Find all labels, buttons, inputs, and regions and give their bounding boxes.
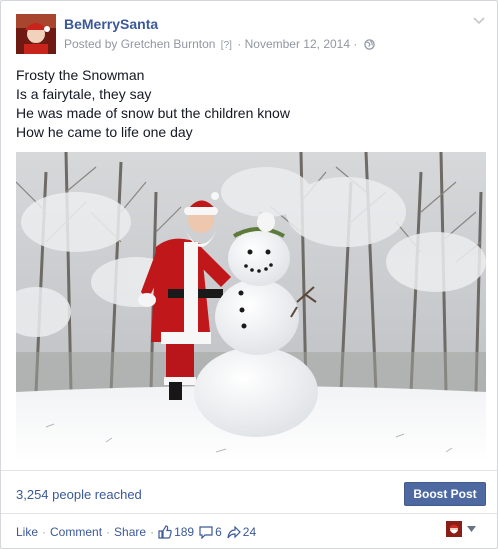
caret-down-icon[interactable] bbox=[467, 526, 476, 532]
santa-avatar-icon bbox=[16, 14, 56, 54]
page-avatar[interactable] bbox=[16, 14, 56, 54]
post-message: Frosty the Snowman Is a fairytale, they … bbox=[16, 66, 476, 142]
share-link[interactable]: Share bbox=[114, 525, 146, 539]
post-card: BeMerrySanta Posted by Gretchen Burnton … bbox=[0, 0, 498, 549]
audience-globe-icon[interactable] bbox=[363, 39, 375, 50]
post-line-2: Is a fairytale, they say bbox=[16, 86, 152, 102]
page-name-link[interactable]: BeMerrySanta bbox=[64, 16, 158, 32]
santa-viewer-icon bbox=[446, 521, 462, 537]
post-meta: Posted by Gretchen Burnton [?] · Novembe… bbox=[64, 37, 375, 51]
likes-count[interactable]: 189 bbox=[174, 525, 194, 539]
post-line-3: He was made of snow but the children kno… bbox=[16, 105, 290, 121]
meta-separator-2: · bbox=[353, 37, 358, 51]
section-divider-2 bbox=[1, 513, 497, 514]
like-link[interactable]: Like bbox=[16, 525, 38, 539]
reach-link[interactable]: 3,254 people reached bbox=[16, 487, 142, 502]
action-bar: Like · Comment · Share · 189 6 24 bbox=[16, 525, 261, 539]
meta-separator: · bbox=[237, 37, 242, 51]
share-arrow-icon[interactable] bbox=[227, 525, 241, 539]
comment-link[interactable]: Comment bbox=[50, 525, 102, 539]
shares-count[interactable]: 24 bbox=[243, 525, 256, 539]
author-name[interactable]: Gretchen Burnton bbox=[121, 37, 216, 51]
viewer-avatar[interactable] bbox=[446, 521, 462, 537]
thumbs-up-icon[interactable] bbox=[158, 525, 172, 539]
comments-count[interactable]: 6 bbox=[215, 525, 222, 539]
action-separator: · bbox=[42, 525, 47, 539]
section-divider bbox=[1, 470, 497, 471]
boost-post-button[interactable]: Boost Post bbox=[404, 482, 486, 506]
action-separator-3: · bbox=[150, 525, 155, 539]
post-date-link[interactable]: November 12, 2014 bbox=[245, 37, 350, 51]
chevron-down-icon[interactable] bbox=[473, 17, 485, 25]
santa-and-snowman-photo-icon bbox=[16, 152, 486, 463]
author-help-marker[interactable]: [?] bbox=[221, 40, 232, 51]
post-header: BeMerrySanta Posted by Gretchen Burnton … bbox=[16, 13, 485, 57]
post-photo[interactable] bbox=[16, 152, 486, 463]
posted-by-label: Posted by bbox=[64, 37, 118, 51]
comment-bubble-icon[interactable] bbox=[199, 525, 213, 539]
action-separator-2: · bbox=[106, 525, 111, 539]
post-line-4: How he came to life one day bbox=[16, 124, 193, 140]
post-line-1: Frosty the Snowman bbox=[16, 67, 145, 83]
